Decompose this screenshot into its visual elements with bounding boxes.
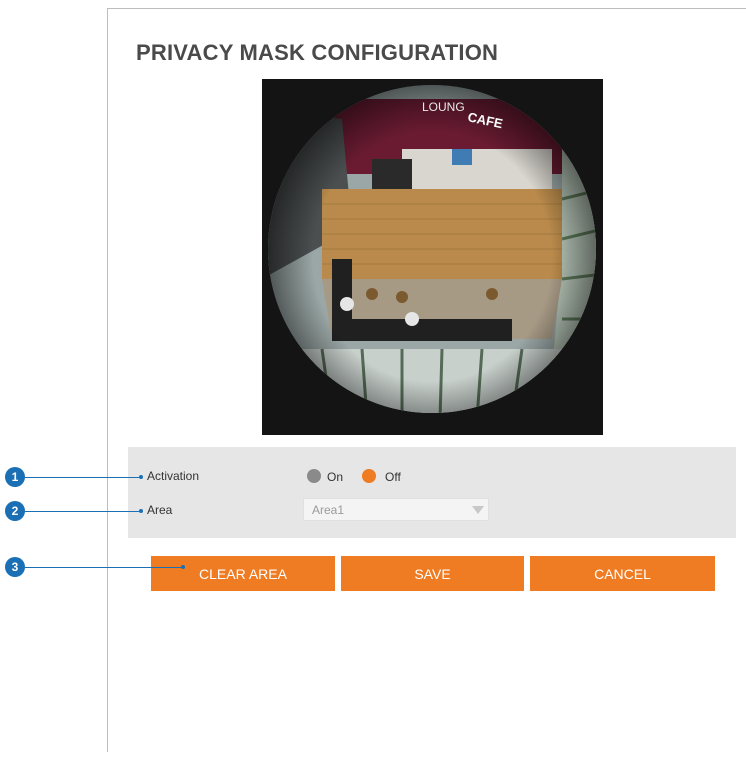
frame-top-border <box>107 8 746 9</box>
area-select[interactable]: Area1 <box>303 498 489 521</box>
activation-off-radio[interactable] <box>362 469 376 483</box>
callout-1-line <box>25 477 139 478</box>
settings-panel <box>128 447 736 538</box>
callout-3: 3 <box>5 557 25 577</box>
area-bullet <box>139 509 143 513</box>
callout-3-line <box>25 567 182 568</box>
clear-area-button[interactable]: CLEAR AREA <box>151 556 335 591</box>
callout-2-line <box>25 511 139 512</box>
callout-3-dot <box>181 565 185 569</box>
save-button[interactable]: SAVE <box>341 556 524 591</box>
activation-bullet <box>139 475 143 479</box>
cancel-button[interactable]: CANCEL <box>530 556 715 591</box>
activation-label: Activation <box>147 469 200 483</box>
area-label: Area <box>147 503 173 517</box>
activation-on-radio[interactable] <box>307 469 321 483</box>
activation-on-label[interactable]: On <box>327 470 343 484</box>
activation-off-label[interactable]: Off <box>385 470 401 484</box>
area-select-value: Area1 <box>312 503 345 517</box>
page-title: PRIVACY MASK CONFIGURATION <box>136 40 499 65</box>
chevron-down-icon <box>472 506 484 514</box>
fisheye-image: LOUNG CAFE <box>262 79 603 435</box>
cafe-sign-text-1: LOUNG <box>422 100 465 114</box>
camera-preview[interactable]: LOUNG CAFE <box>262 79 603 435</box>
frame-left-border <box>107 8 108 752</box>
callout-2: 2 <box>5 501 25 521</box>
callout-1: 1 <box>5 467 25 487</box>
